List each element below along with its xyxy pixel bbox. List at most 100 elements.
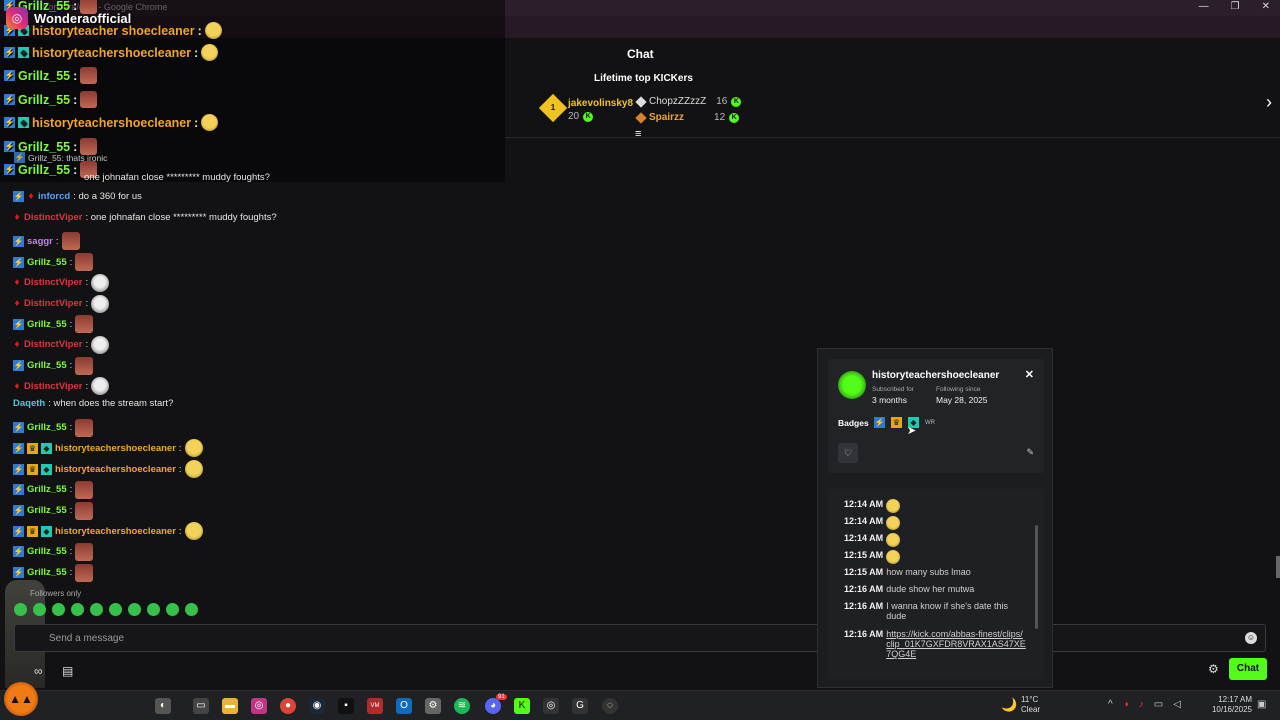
verified-badge-icon[interactable]: ♦	[27, 191, 35, 202]
message-input[interactable]: Send a message ☺	[14, 624, 1266, 652]
lol-emote-icon[interactable]	[204, 22, 222, 39]
face-emote-icon[interactable]	[75, 356, 94, 375]
chat-username[interactable]: Grillz_55	[27, 505, 67, 516]
chevron-right-icon[interactable]: ›	[1266, 92, 1272, 113]
subscriber-badge-icon[interactable]: ◆	[41, 525, 52, 537]
mod-badge-icon[interactable]: ⚡	[4, 164, 15, 175]
filter-icon[interactable]: ≡	[635, 128, 641, 140]
emote-button[interactable]	[90, 603, 103, 616]
close-window-button[interactable]: ✕	[1262, 1, 1270, 12]
chat-username[interactable]: inforcd	[38, 191, 70, 202]
mod-badge-icon[interactable]: ⚡	[13, 505, 24, 516]
verified-badge-icon[interactable]: ♦	[13, 339, 21, 350]
page-scrollbar[interactable]	[1276, 556, 1280, 578]
lol-emote-icon[interactable]	[184, 439, 203, 458]
emote-button[interactable]	[147, 603, 160, 616]
skull-emote-icon[interactable]	[91, 335, 110, 354]
app-icon[interactable]: G	[572, 698, 588, 714]
face-emote-icon[interactable]	[75, 542, 94, 561]
face-emote-icon[interactable]	[75, 418, 94, 437]
lol-emote-icon[interactable]	[886, 516, 901, 530]
network-icon[interactable]: ▭	[1154, 699, 1163, 710]
verified-badge-icon[interactable]: ♦	[13, 277, 21, 288]
volume-icon[interactable]: ◁	[1173, 699, 1181, 710]
microphone-icon[interactable]: ♪	[1139, 699, 1144, 710]
face-emote-icon[interactable]	[80, 91, 98, 108]
skull-emote-icon[interactable]	[91, 377, 110, 396]
chat-username[interactable]: DistinctViper	[24, 298, 82, 309]
emote-button[interactable]	[185, 603, 198, 616]
emote-button[interactable]	[71, 603, 84, 616]
file-explorer-icon[interactable]: ▬	[222, 698, 238, 714]
face-emote-icon[interactable]	[75, 563, 94, 582]
mod-badge-icon[interactable]: ⚡	[13, 422, 24, 434]
emote-button[interactable]	[166, 603, 179, 616]
face-emote-icon[interactable]	[80, 67, 98, 84]
chrome-icon[interactable]: ●	[280, 698, 296, 714]
chat-username[interactable]: DistinctViper	[24, 339, 82, 350]
crown-badge-icon[interactable]: ♛	[27, 442, 38, 454]
chat-username[interactable]: historyteachershoecleaner	[55, 464, 176, 475]
face-emote-icon[interactable]	[75, 253, 94, 272]
mod-badge-icon[interactable]: ⚡	[4, 94, 15, 105]
verified-badge-icon[interactable]: ♦	[13, 381, 21, 392]
top-kicker-3[interactable]: Spairzz 12 K	[635, 111, 740, 124]
lol-emote-icon[interactable]	[201, 44, 219, 61]
maximize-button[interactable]: ❐	[1231, 1, 1240, 12]
infinity-icon[interactable]: ∞	[34, 664, 43, 678]
mod-badge-icon[interactable]: ⚡	[13, 525, 24, 537]
mod-badge-icon[interactable]: ⚡	[13, 191, 24, 202]
verified-badge-icon[interactable]: ♦	[13, 298, 21, 309]
chat-username[interactable]: historyteachershoecleaner	[55, 443, 176, 454]
follow-heart-button[interactable]: ♡	[838, 443, 858, 463]
mod-badge-icon[interactable]: ⚡	[4, 117, 15, 128]
top-kicker-2[interactable]: ChopzZZzzZ 16 K	[635, 95, 742, 108]
history-scrollbar[interactable]	[1035, 525, 1038, 629]
subscriber-badge-icon[interactable]: ◆	[41, 463, 52, 475]
mod-badge-icon[interactable]: ⚡	[13, 567, 24, 579]
mod-badge-icon[interactable]: ⚡	[13, 256, 24, 268]
mod-badge-icon[interactable]: ⚡	[13, 360, 24, 372]
emote-button[interactable]	[52, 603, 65, 616]
subscriber-badge-icon[interactable]: ◆	[18, 117, 29, 128]
voicemeeter-icon[interactable]: VM	[367, 698, 383, 714]
mod-badge-icon[interactable]: ⚡	[13, 484, 24, 496]
mod-badge-icon[interactable]: ⚡	[13, 235, 24, 247]
app-icon[interactable]: ◎	[543, 698, 559, 714]
chat-username[interactable]: DistinctViper	[24, 212, 82, 223]
crown-badge-icon[interactable]: ♛	[891, 417, 902, 428]
history-link[interactable]: https://kick.com/abbas-finest/clips/clip…	[886, 629, 1026, 659]
chevron-up-icon[interactable]: ^	[1108, 699, 1113, 710]
mod-badge-icon[interactable]: ⚡	[874, 417, 885, 428]
chat-username[interactable]: DistinctViper	[24, 277, 82, 288]
spotify-icon[interactable]: ≋	[454, 698, 470, 714]
settings-icon[interactable]: ⚙	[425, 698, 441, 714]
close-icon[interactable]: ✕	[1025, 368, 1034, 381]
chat-username[interactable]: Grillz_55	[27, 546, 67, 557]
mute-icon[interactable]: ✎	[1026, 447, 1034, 458]
chat-username[interactable]: Grillz_55	[27, 360, 67, 371]
send-chat-button[interactable]: Chat	[1229, 658, 1267, 680]
chat-username[interactable]: Grillz_55	[27, 484, 67, 495]
kick-app-icon[interactable]: K	[514, 698, 530, 714]
store-icon[interactable]: ▤	[62, 664, 73, 678]
lol-emote-icon[interactable]	[184, 460, 203, 479]
minimize-button[interactable]: —	[1199, 1, 1209, 12]
face-emote-icon[interactable]	[75, 480, 94, 499]
emote-button[interactable]	[33, 603, 46, 616]
chat-username[interactable]: saggr	[27, 236, 53, 247]
emoji-picker-icon[interactable]: ☺	[1245, 632, 1257, 644]
chat-username[interactable]: Grillz_55	[27, 567, 67, 578]
mod-badge-icon[interactable]: ⚡	[13, 318, 24, 330]
subscriber-badge-icon[interactable]: ◆	[41, 442, 52, 454]
notification-icon[interactable]: ▣	[1257, 699, 1266, 710]
weather-widget[interactable]: 11°C Clear	[1021, 695, 1040, 715]
top-kicker-1[interactable]: jakevolinsky8	[568, 98, 633, 109]
skull-emote-icon[interactable]	[91, 273, 110, 292]
tray-app-icon[interactable]: ◑	[1123, 699, 1129, 710]
chat-username[interactable]: DistinctViper	[24, 381, 82, 392]
subscriber-badge-icon[interactable]: ◆	[18, 47, 29, 58]
steam-icon[interactable]: ◉	[309, 698, 325, 714]
face-emote-icon[interactable]	[75, 501, 94, 520]
wr-badge[interactable]: WR	[925, 420, 935, 426]
